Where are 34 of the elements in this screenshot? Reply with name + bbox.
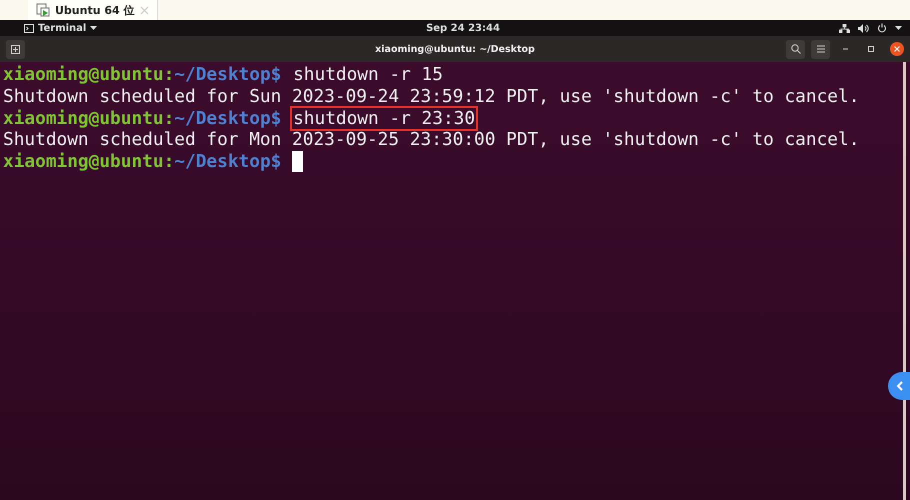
new-tab-button[interactable]	[6, 40, 25, 58]
prompt-user: xiaoming@ubuntu:	[3, 151, 174, 173]
output-text: Shutdown scheduled for Sun 2023-09-24 23:59:12 PDT, use 'shutdown -c' to cancel.	[3, 86, 860, 108]
prompt-path: ~/Desktop$	[174, 108, 282, 130]
prompt-user: xiaoming@ubuntu:	[3, 64, 174, 86]
window-title: xiaoming@ubuntu: ~/Desktop	[375, 44, 535, 54]
terminal-icon	[24, 24, 34, 32]
caret-icon	[90, 26, 98, 30]
chevron-left-icon	[896, 381, 902, 391]
power-icon[interactable]	[877, 23, 887, 33]
caret-icon[interactable]	[895, 26, 902, 30]
prompt-path: ~/Desktop$	[174, 64, 282, 86]
app-menu[interactable]: Terminal	[24, 22, 98, 34]
clock[interactable]: Sep 24 23:44	[426, 22, 500, 34]
search-icon	[790, 44, 800, 54]
prompt-path: ~/Desktop$	[174, 151, 282, 173]
collapse-button[interactable]	[888, 372, 910, 400]
command-text: shutdown -r 15	[292, 63, 444, 87]
close-button[interactable]	[890, 42, 904, 56]
volume-icon[interactable]	[858, 24, 869, 32]
vm-tab[interactable]: Ubuntu 64 位	[28, 0, 158, 20]
menu-button[interactable]	[811, 40, 830, 58]
network-icon[interactable]	[839, 24, 850, 32]
output-text: Shutdown scheduled for Mon 2023-09-25 23:30:00 PDT, use 'shutdown -c' to cancel.	[3, 129, 860, 152]
minimize-icon	[843, 48, 848, 50]
vm-icon	[36, 3, 50, 17]
menu-icon	[816, 45, 824, 53]
search-button[interactable]	[786, 40, 805, 58]
highlighted-command: shutdown -r 23:30	[290, 106, 478, 132]
maximize-icon	[868, 46, 874, 52]
new-tab-icon	[11, 44, 20, 54]
scrollbar[interactable]	[903, 62, 906, 500]
close-icon	[894, 46, 900, 52]
prompt-user: xiaoming@ubuntu:	[3, 108, 174, 130]
